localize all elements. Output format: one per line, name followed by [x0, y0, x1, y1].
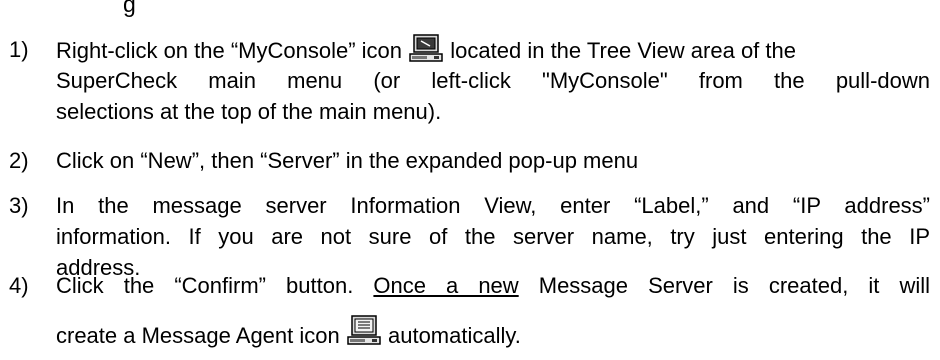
step-4-line-2: create a Message Agent icon automaticall… — [56, 315, 521, 355]
step-4-line-1: Click the “Confirm” button. Once a new M… — [56, 270, 930, 301]
step-1-line-3: selections at the top of the main menu). — [56, 99, 442, 124]
step-3-line-2: information. If you are not sure of the … — [56, 224, 930, 249]
step-1-text-b: located in the Tree View area of the — [450, 38, 796, 63]
step-number: 4) — [9, 273, 29, 298]
step-number: 2) — [9, 148, 29, 173]
document-page: g 1) Right-click on the “MyConsole” icon… — [0, 0, 940, 360]
step-4-text-b: Message Server is created, it will — [538, 273, 930, 298]
step-number: 1) — [9, 37, 29, 62]
step-4-text-underlined: Once a new — [373, 273, 519, 298]
step-4-text-d: automatically. — [387, 323, 521, 348]
message-agent-computer-icon — [346, 315, 382, 355]
step-1-text-a: Right-click on the “MyConsole” icon — [56, 38, 403, 63]
step-number: 3) — [9, 193, 29, 218]
step-4-text-a: Click the “Confirm” button. — [56, 273, 354, 298]
step-4-text-c: create a Message Agent icon — [56, 323, 340, 348]
step-3-line-1: In the message server Information View, … — [56, 193, 930, 218]
step-1-line-2: SuperCheck main menu (or left-click "MyC… — [56, 68, 930, 93]
step-2-line-1: Click on “New”, then “Server” in the exp… — [56, 148, 639, 173]
heading-fragment: g — [123, 0, 136, 17]
